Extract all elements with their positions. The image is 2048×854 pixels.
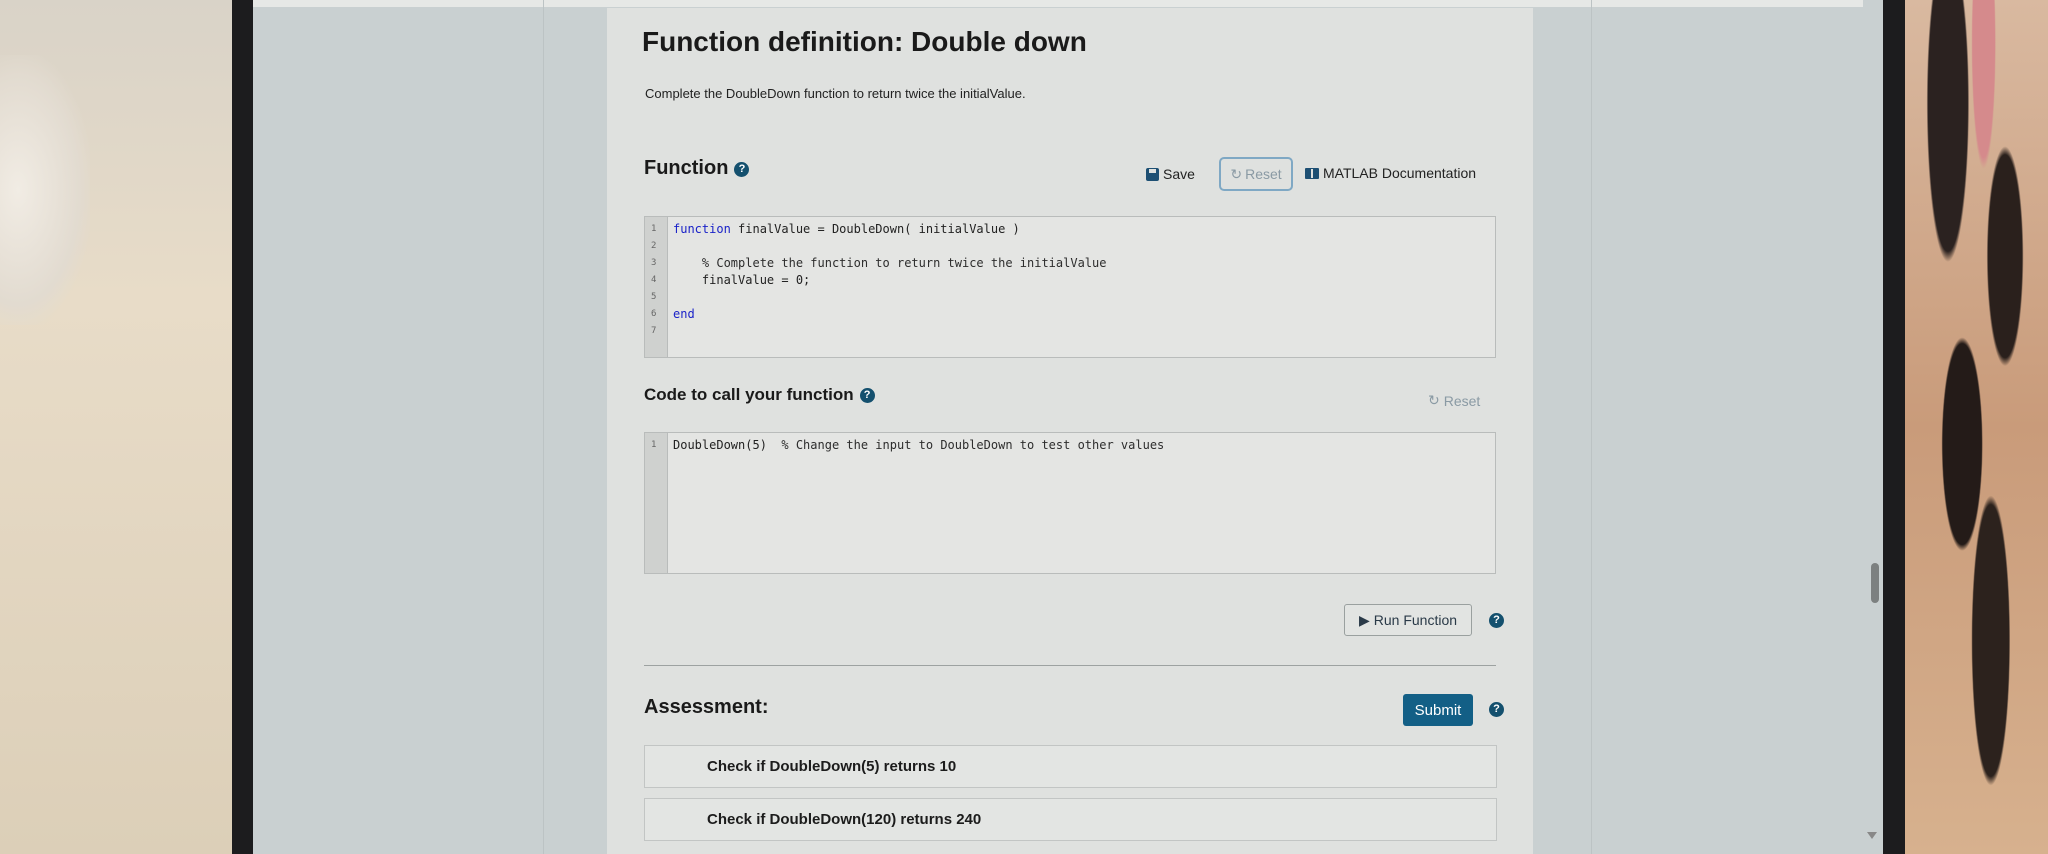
- line-number: 1: [651, 440, 657, 450]
- layout-column-line: [1591, 0, 1592, 854]
- matlab-documentation-link[interactable]: MATLAB Documentation: [1305, 165, 1476, 181]
- line-number: 2: [651, 241, 657, 251]
- code-text: DoubleDown(5): [673, 438, 767, 452]
- call-reset-label: Reset: [1443, 392, 1481, 409]
- function-reset-button[interactable]: ↻ Reset: [1219, 157, 1293, 191]
- code-line: % Complete the function to return twice …: [673, 256, 1107, 270]
- code-keyword: end: [673, 307, 695, 321]
- page-title: Function definition: Double down: [642, 26, 1087, 57]
- run-function-label: Run Function: [1373, 612, 1458, 628]
- save-button-label: Save: [1163, 166, 1195, 182]
- browser-viewport: Function definition: Double down Complet…: [253, 0, 1883, 854]
- function-reset-label: Reset: [1245, 166, 1282, 182]
- line-number: 4: [651, 275, 657, 285]
- question-circle-icon[interactable]: ?: [859, 388, 875, 403]
- section-divider: [644, 665, 1496, 666]
- code-line: end: [673, 307, 695, 321]
- code-comment: % Change the input to DoubleDown to test…: [766, 438, 1165, 452]
- line-number-gutter: 1: [645, 433, 668, 573]
- call-reset-button[interactable]: ↻ Reset: [1428, 392, 1480, 409]
- call-code-heading: Code to call your function?: [644, 385, 875, 405]
- reset-arrow-icon: ↻: [1428, 392, 1440, 408]
- question-circle-icon[interactable]: ?: [1489, 613, 1504, 628]
- code-keyword: function: [673, 222, 731, 236]
- call-code-heading-label: Code to call your function: [644, 385, 854, 404]
- matlab-documentation-label: MATLAB Documentation: [1323, 165, 1477, 181]
- code-line: finalValue = 0;: [673, 273, 811, 287]
- run-function-button[interactable]: ▶ Run Function: [1344, 604, 1472, 636]
- assessment-check-item[interactable]: Check if DoubleDown(5) returns 10: [644, 745, 1497, 788]
- line-number: 3: [651, 258, 657, 268]
- scroll-down-arrow[interactable]: [1867, 832, 1877, 839]
- exercise-description: Complete the DoubleDown function to retu…: [645, 86, 1026, 101]
- line-number: 6: [651, 309, 657, 319]
- function-code-editor[interactable]: 1 2 3 4 5 6 7 function finalValue = Doub…: [644, 216, 1496, 358]
- code-line: DoubleDown(5) % Change the input to Doub…: [673, 438, 1164, 452]
- reset-arrow-icon: ↻: [1230, 165, 1243, 182]
- code-text: finalValue = DoubleDown( initialValue ): [730, 222, 1020, 236]
- scrollbar-thumb[interactable]: [1871, 563, 1879, 603]
- background-pillow: [0, 55, 90, 325]
- background-blanket: [1905, 0, 2048, 854]
- content-panel: [607, 8, 1533, 854]
- line-number: 1: [651, 224, 657, 234]
- submit-button[interactable]: Submit: [1403, 694, 1473, 726]
- page-top-edge: [253, 0, 1863, 7]
- book-icon: [1305, 167, 1319, 179]
- line-number: 5: [651, 292, 657, 302]
- floppy-disk-icon: [1146, 167, 1159, 181]
- function-heading-label: Function: [644, 157, 729, 179]
- play-icon: ▶: [1358, 611, 1370, 628]
- line-number-gutter: 1 2 3 4 5 6 7: [645, 217, 668, 357]
- save-button[interactable]: Save: [1146, 166, 1195, 182]
- question-circle-icon[interactable]: ?: [1489, 702, 1504, 717]
- assessment-heading: Assessment:: [644, 696, 769, 718]
- line-number: 7: [651, 326, 657, 336]
- layout-column-line: [543, 0, 544, 854]
- assessment-check-item[interactable]: Check if DoubleDown(120) returns 240: [644, 798, 1497, 841]
- function-heading: Function?: [644, 157, 750, 180]
- code-line: function finalValue = DoubleDown( initia…: [673, 222, 1020, 236]
- call-code-editor[interactable]: 1 DoubleDown(5) % Change the input to Do…: [644, 432, 1496, 574]
- question-circle-icon[interactable]: ?: [734, 162, 750, 177]
